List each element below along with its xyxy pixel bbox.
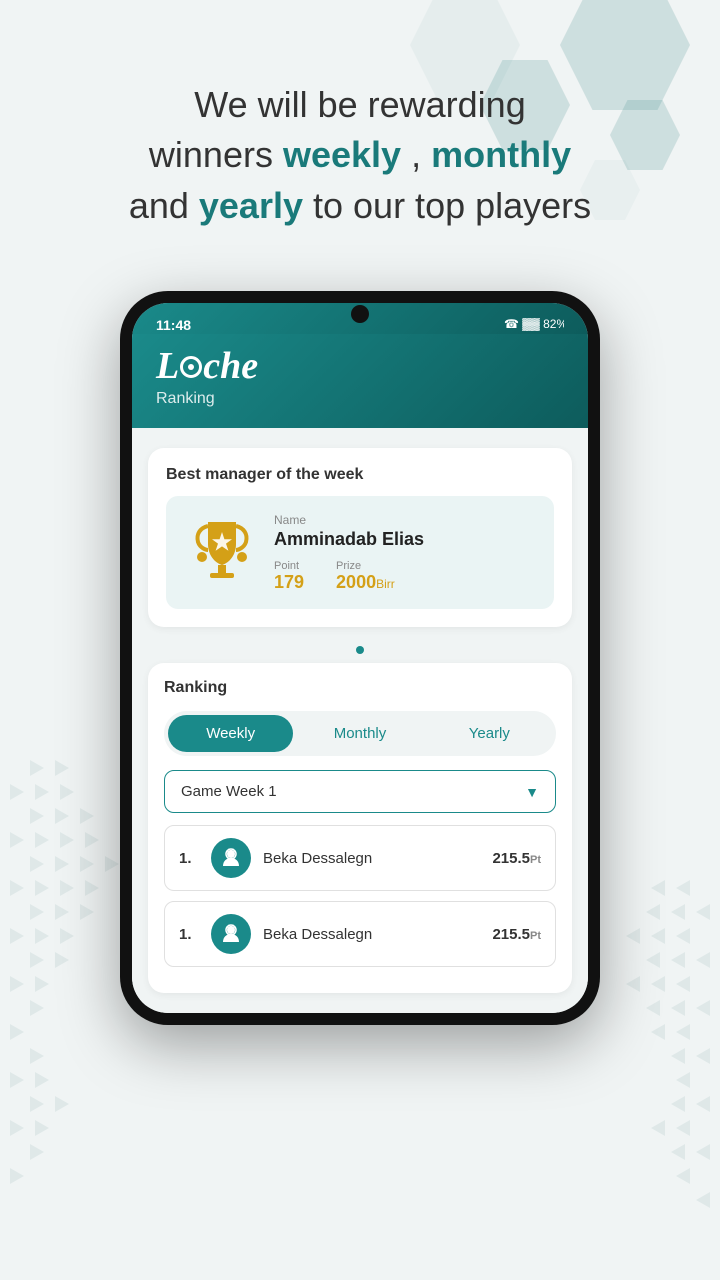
manager-name-label: Name [274,513,534,527]
header-line3-prefix: and [129,185,199,226]
best-manager-title: Best manager of the week [166,466,554,484]
status-bar: 11:48 ☎ ▓▓ 82% [132,303,588,334]
prize-label: Prize [336,560,395,572]
manager-info: Name Amminadab Elias Point 179 [274,513,534,593]
leaderboard-row-1: 1. Beka Dessalegn 21 [164,825,556,891]
header-line2-prefix: winners [149,134,283,175]
trophy-icon [186,512,258,593]
best-manager-section: Best manager of the week [148,448,572,627]
header-weekly: weekly [283,134,401,175]
player-1-points-value: 215.5 [492,850,530,867]
ranking-tabs: Weekly Monthly Yearly [164,711,556,756]
dropdown-label: Game Week 1 [181,783,277,800]
player-1-pt-unit: Pt [530,854,541,866]
header-line1: We will be rewarding [194,84,525,125]
player-1-avatar [211,838,251,878]
tab-monthly[interactable]: Monthly [297,715,422,752]
status-icons: ☎ ▓▓ 82% [504,315,564,334]
carousel-dot-active [356,646,364,654]
point-label: Point [274,560,304,572]
tab-yearly[interactable]: Yearly [427,715,552,752]
app-header: Lche Ranking [132,334,588,428]
app-logo: Lche [156,344,564,388]
manager-card: Name Amminadab Elias Point 179 [166,496,554,609]
content-area: Best manager of the week [132,428,588,1013]
prize-value: 2000Birr [336,572,395,593]
header-monthly: monthly [431,134,571,175]
player-2-avatar [211,914,251,954]
status-time: 11:48 [156,317,191,333]
svg-text:☎ ▓▓ 82%: ☎ ▓▓ 82% [504,317,564,331]
point-value: 179 [274,572,304,593]
player-2-points-value: 215.5 [492,926,530,943]
header-yearly: yearly [199,185,303,226]
player-2-name: Beka Dessalegn [263,926,480,943]
header-line3-suffix: to our top players [303,185,591,226]
dropdown-arrow-icon: ▼ [525,784,539,800]
header-text: We will be rewarding winners weekly , mo… [0,0,720,271]
carousel-dots [148,641,572,659]
player-1-name: Beka Dessalegn [263,850,480,867]
rank-2-number: 1. [179,926,199,943]
stat-point: Point 179 [274,560,304,593]
game-week-dropdown[interactable]: Game Week 1 ▼ [164,770,556,813]
ranking-section: Ranking Weekly Monthly Yearly Game Week … [148,663,572,993]
stat-prize: Prize 2000Birr [336,560,395,593]
manager-name: Amminadab Elias [274,529,534,550]
manager-stats: Point 179 Prize 2000Birr [274,560,534,593]
point-number: 179 [274,572,304,592]
phone-container: 11:48 ☎ ▓▓ 82% Lche Ranking [0,271,720,1065]
rank-1-number: 1. [179,850,199,867]
player-2-pt-unit: Pt [530,930,541,942]
app-ranking-label: Ranking [156,390,564,408]
leaderboard-row-2: 1. Beka Dessalegn 215.5Pt [164,901,556,967]
prize-number: 2000 [336,572,376,592]
player-1-points: 215.5Pt [492,850,541,867]
player-2-points: 215.5Pt [492,926,541,943]
header-comma: , [401,134,421,175]
camera-notch [351,305,369,323]
phone-mockup: 11:48 ☎ ▓▓ 82% Lche Ranking [120,291,600,1025]
tab-weekly[interactable]: Weekly [168,715,293,752]
prize-unit: Birr [376,577,395,591]
ranking-section-title: Ranking [164,679,556,697]
phone-screen: 11:48 ☎ ▓▓ 82% Lche Ranking [132,303,588,1013]
